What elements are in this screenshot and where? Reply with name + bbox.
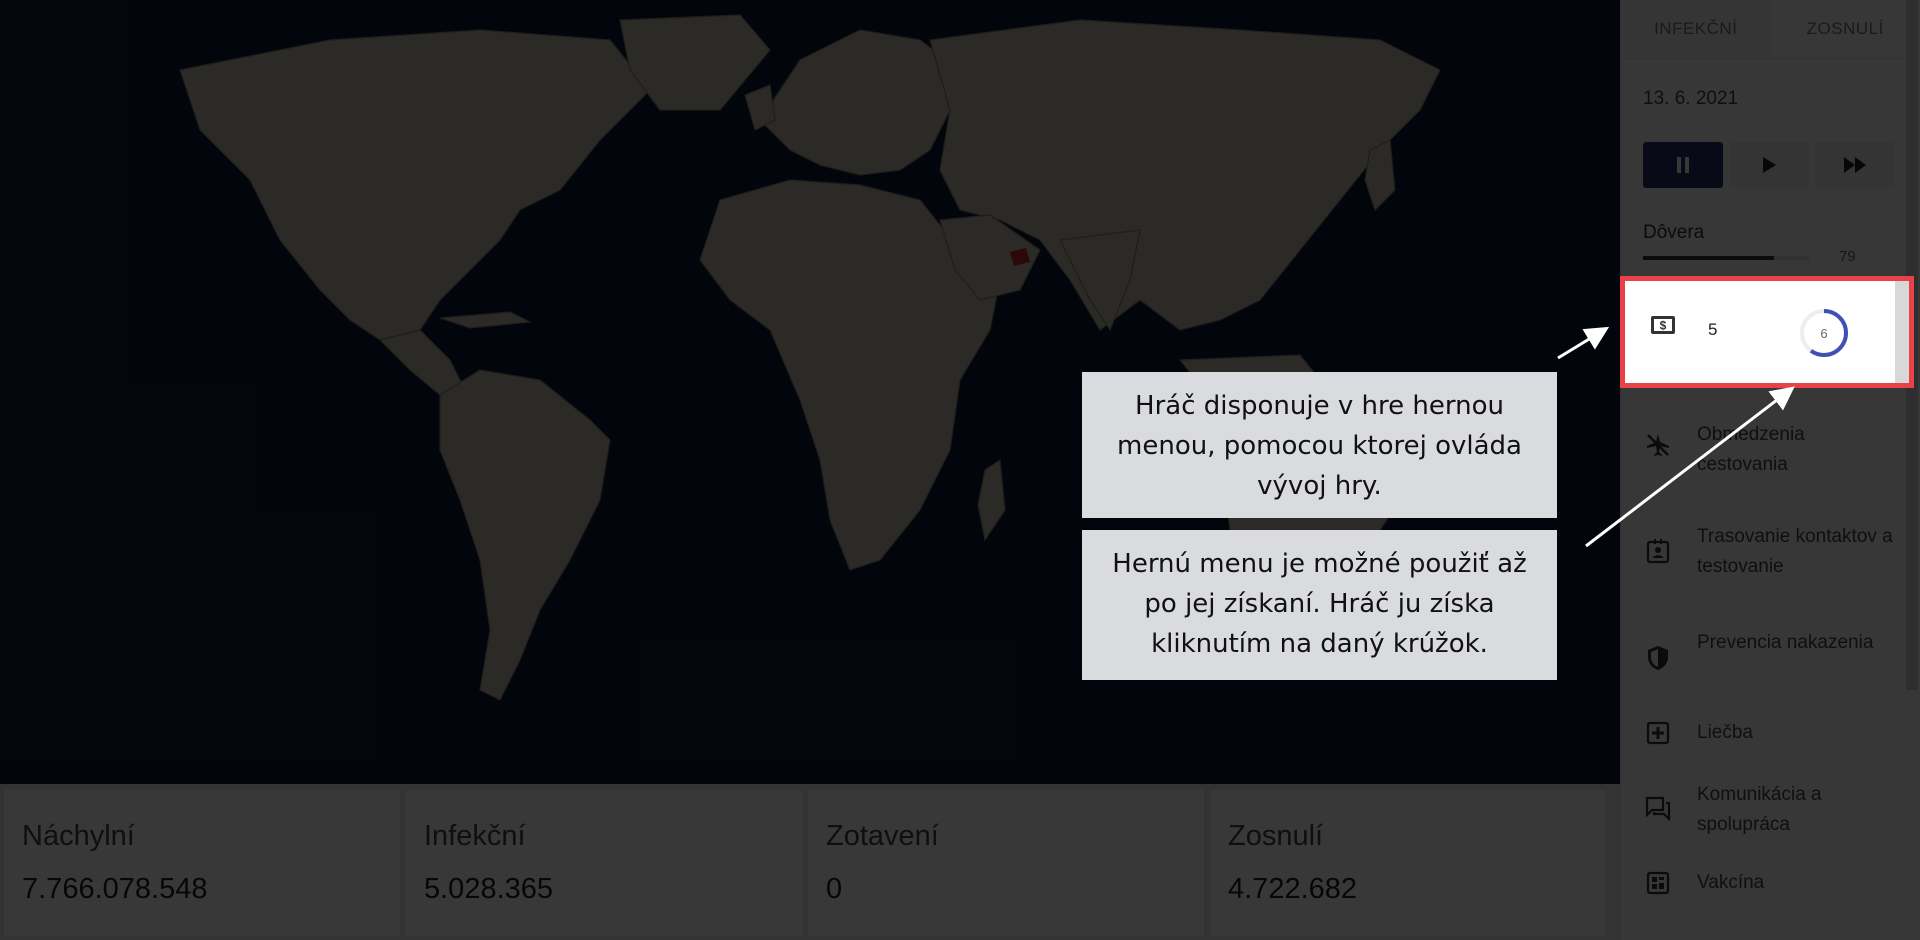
chat-icon (1643, 793, 1673, 823)
menu-item-treatment[interactable]: Liečba (1643, 718, 1753, 748)
continent-south-america[interactable] (439, 369, 611, 701)
tab-deceased[interactable]: ZOSNULÍ (1771, 0, 1920, 58)
contact-badge-icon (1643, 536, 1673, 566)
trust-value: 79 (1839, 248, 1856, 265)
currency-card-highlighted: $ 5 6 (1620, 276, 1914, 388)
stat-label: Infekční (424, 820, 526, 852)
sidebar: INFEKČNÍ ZOSNULÍ 13. 6. 2021 Dôvera 79 O… (1620, 0, 1920, 940)
airplane-off-icon (1643, 430, 1673, 460)
money-icon: $ (1650, 315, 1676, 340)
menu-item-vaccine[interactable]: Vakcína (1643, 868, 1764, 898)
currency-timer-value: 6 (1820, 325, 1828, 341)
vaccine-icon (1643, 868, 1673, 898)
menu-item-infection-prevention[interactable]: Prevencia nakazenia (1643, 632, 1873, 673)
menu-label: Trasovanie kontaktov a testovanie (1697, 526, 1893, 577)
currency-collect-circle[interactable]: 6 (1796, 305, 1852, 366)
pause-icon (1677, 157, 1689, 173)
stat-card-susceptible: Náchylní 7.766.078.548 (4, 790, 400, 936)
pause-button[interactable] (1643, 142, 1723, 188)
stat-value: 4.722.682 (1228, 873, 1358, 905)
stat-value: 7.766.078.548 (22, 873, 208, 905)
menu-item-travel-restrictions[interactable]: Obmedzenia cestovania (1643, 424, 1805, 475)
menu-label: Obmedzenia cestovania (1697, 424, 1805, 475)
region-japan[interactable] (1364, 139, 1396, 212)
stat-label: Náchylní (22, 820, 135, 852)
stat-card-deceased: Zosnulí 4.722.682 (1210, 790, 1606, 936)
sidebar-scrollbar-segment (1895, 281, 1909, 383)
trust-label: Dôvera (1643, 222, 1705, 243)
trust-progress-fill (1643, 256, 1775, 260)
tab-infected[interactable]: INFEKČNÍ (1621, 0, 1771, 58)
statistics-bar: Náchylní 7.766.078.548 Infekční 5.028.36… (0, 784, 1620, 940)
stat-card-infected: Infekční 5.028.365 (406, 790, 802, 936)
currency-amount: 5 (1708, 320, 1718, 339)
play-button[interactable] (1729, 142, 1809, 188)
region-madagascar[interactable] (977, 458, 1006, 542)
menu-item-communication[interactable]: Komunikácia a spolupráca (1643, 784, 1822, 835)
region-caribbean[interactable] (439, 311, 533, 329)
trust-progress-bar (1643, 256, 1809, 260)
speed-controls (1643, 142, 1895, 188)
menu-label: Prevencia nakazenia (1697, 632, 1874, 653)
stat-value: 0 (826, 873, 843, 905)
medical-plus-icon (1643, 718, 1673, 748)
sidebar-tabs: INFEKČNÍ ZOSNULÍ (1621, 0, 1920, 59)
game-date: 13. 6. 2021 (1643, 88, 1739, 109)
fast-forward-button[interactable] (1815, 142, 1895, 188)
tutorial-callout-2: Hernú menu je možné použiť až po jej zís… (1082, 530, 1557, 680)
stat-label: Zosnulí (1228, 820, 1324, 852)
menu-label: Liečba (1697, 722, 1753, 743)
shield-icon (1643, 643, 1673, 673)
continent-north-america[interactable] (179, 29, 651, 341)
stat-card-recovered: Zotavení 0 (808, 790, 1204, 936)
continent-europe[interactable] (759, 29, 961, 176)
play-icon (1763, 157, 1776, 173)
tutorial-callout-1: Hráč disponuje v hre hernou menou, pomoc… (1082, 372, 1557, 518)
fast-forward-icon (1844, 157, 1866, 173)
menu-label: Vakcína (1697, 872, 1765, 893)
svg-text:$: $ (1660, 319, 1667, 333)
stat-label: Zotavení (826, 820, 939, 852)
menu-label: Komunikácia a spolupráca (1697, 784, 1822, 835)
stat-value: 5.028.365 (424, 873, 554, 905)
menu-item-contact-tracing[interactable]: Trasovanie kontaktov a testovanie (1643, 526, 1893, 577)
